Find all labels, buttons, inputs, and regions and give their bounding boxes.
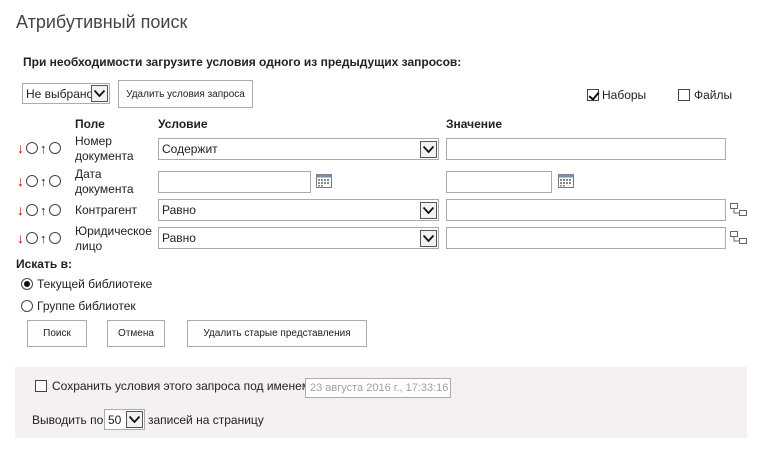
condition-select-value: Содержит (162, 142, 218, 156)
delete-old-views-button[interactable]: Удалить старые представления (187, 320, 367, 347)
value-input-document-number[interactable] (446, 138, 726, 160)
page-size-select[interactable]: 50 (104, 409, 145, 430)
move-up-icon[interactable]: ↑ (40, 204, 47, 217)
save-query-option[interactable]: Сохранить условия этого запроса под имен… (35, 379, 310, 393)
chevron-down-icon (420, 140, 437, 158)
save-query-checkbox[interactable] (35, 380, 47, 392)
row-radio[interactable] (26, 204, 38, 216)
page-size-value: 50 (108, 412, 122, 427)
value-input-legal-entity[interactable] (446, 227, 726, 249)
row-controls: ↓ ↑ (17, 231, 61, 245)
move-down-icon[interactable]: ↓ (17, 174, 24, 188)
chevron-down-icon (91, 85, 108, 102)
lookup-icon[interactable] (730, 231, 747, 244)
row-radio[interactable] (48, 142, 61, 154)
search-in-label: Искать в: (16, 257, 72, 271)
row-radio[interactable] (26, 175, 38, 187)
search-button[interactable]: Поиск (27, 320, 87, 347)
library-group-option[interactable]: Группе библиотек (21, 299, 136, 313)
condition-column-header: Условие (158, 117, 208, 131)
chevron-down-icon (126, 411, 143, 428)
calendar-icon[interactable] (316, 173, 332, 188)
condition-select-document-number[interactable]: Содержит (158, 138, 439, 160)
save-query-label: Сохранить условия этого запроса под имен… (52, 379, 311, 393)
field-label-legal-entity: Юридическое лицо (75, 224, 152, 253)
load-conditions-prompt: При необходимости загрузите условия одно… (23, 55, 462, 69)
row-controls: ↓ ↑ (17, 203, 61, 217)
files-checkbox-label: Файлы (694, 88, 733, 102)
sets-checkbox-label: Наборы (602, 88, 647, 102)
move-down-icon[interactable]: ↓ (17, 141, 24, 155)
row-radio[interactable] (26, 232, 38, 244)
cancel-button[interactable]: Отмена (107, 320, 165, 347)
chevron-down-icon (420, 201, 437, 219)
page-size-prefix: Выводить по (32, 413, 104, 427)
page-title: Атрибутивный поиск (16, 12, 188, 32)
field-label-document-number: Номер документа (75, 134, 134, 163)
value-input-counterparty[interactable] (446, 199, 726, 221)
move-up-icon[interactable]: ↑ (40, 142, 47, 155)
sets-checkbox-group[interactable]: Наборы (587, 88, 646, 102)
field-label-document-date: Дата документа (75, 167, 134, 196)
row-radio[interactable] (48, 175, 61, 187)
lookup-icon[interactable] (730, 203, 747, 216)
saved-query-select[interactable]: Не выбрано (22, 83, 110, 104)
query-name-input[interactable]: 23 августа 2016 г., 17:33:16 (305, 378, 451, 398)
row-controls: ↓ ↑ (17, 141, 61, 155)
field-label-counterparty: Контрагент (75, 203, 138, 217)
row-radio[interactable] (26, 142, 38, 154)
saved-query-select-value: Не выбрано (26, 86, 91, 101)
delete-query-conditions-button[interactable]: Удалить условия запроса (118, 80, 253, 108)
chevron-down-icon (420, 229, 437, 247)
date-from-input[interactable] (158, 171, 311, 193)
library-group-label: Группе библиотек (37, 299, 136, 313)
move-down-icon[interactable]: ↓ (17, 231, 24, 245)
move-up-icon[interactable]: ↑ (40, 232, 47, 245)
row-controls: ↓ ↑ (17, 174, 61, 188)
condition-select-value: Равно (162, 231, 196, 245)
row-radio[interactable] (48, 232, 61, 244)
condition-select-counterparty[interactable]: Равно (158, 199, 439, 221)
current-library-label: Текущей библиотеке (37, 277, 153, 291)
files-checkbox-group[interactable]: Файлы (678, 88, 732, 102)
condition-select-legal-entity[interactable]: Равно (158, 227, 439, 249)
value-column-header: Значение (446, 117, 503, 131)
current-library-radio[interactable] (21, 278, 33, 290)
field-column-header: Поле (75, 117, 105, 131)
date-to-input[interactable] (446, 171, 552, 193)
sets-checkbox[interactable] (587, 89, 599, 101)
current-library-option[interactable]: Текущей библиотеке (21, 277, 152, 291)
files-checkbox[interactable] (678, 89, 690, 101)
page-size-suffix: записей на страницу (148, 413, 264, 427)
calendar-icon[interactable] (558, 173, 574, 188)
condition-select-value: Равно (162, 203, 196, 217)
move-up-icon[interactable]: ↑ (40, 175, 47, 188)
row-radio[interactable] (48, 204, 61, 216)
move-down-icon[interactable]: ↓ (17, 203, 24, 217)
library-group-radio[interactable] (21, 300, 33, 312)
